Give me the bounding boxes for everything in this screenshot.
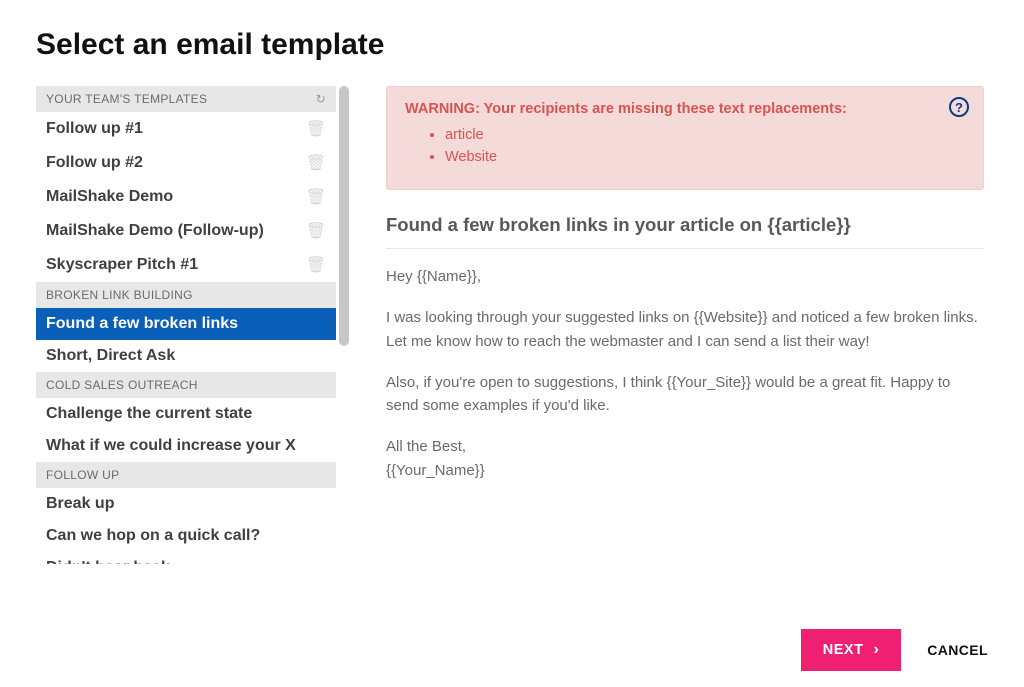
- template-group-header: BROKEN LINK BUILDING: [36, 282, 336, 308]
- template-item-label: MailShake Demo: [46, 188, 173, 206]
- email-paragraph: Also, if you're open to suggestions, I t…: [386, 371, 984, 418]
- template-item-label: What if we could increase your X: [46, 437, 296, 455]
- group-label: YOUR TEAM'S TEMPLATES: [46, 92, 207, 106]
- template-item-label: Can we hop on a quick call?: [46, 527, 260, 545]
- template-item-label: Break up: [46, 495, 114, 513]
- trash-icon[interactable]: 🗑: [306, 187, 326, 207]
- template-item[interactable]: Challenge the current state: [36, 398, 336, 430]
- template-item-label: Found a few broken links: [46, 315, 238, 333]
- template-item[interactable]: What if we could increase your X: [36, 430, 336, 462]
- template-item-label: Didn't hear back: [46, 559, 170, 564]
- chevron-right-icon: ›: [873, 641, 879, 658]
- template-item[interactable]: Follow up #1 🗑: [36, 112, 336, 146]
- email-paragraph: All the Best,{{Your_Name}}: [386, 435, 984, 482]
- refresh-icon[interactable]: ↻: [316, 92, 326, 106]
- template-item[interactable]: Found a few broken links: [36, 308, 336, 340]
- template-item[interactable]: Can we hop on a quick call?: [36, 520, 336, 552]
- template-sidebar: YOUR TEAM'S TEMPLATES↻Follow up #1🗑Follo…: [36, 86, 352, 564]
- warning-list-item: Website: [445, 149, 965, 165]
- warning-panel: WARNING: Your recipients are missing the…: [386, 86, 984, 190]
- template-item-label: Skyscraper Pitch #1: [46, 256, 198, 274]
- template-item-label: Short, Direct Ask: [46, 347, 175, 365]
- warning-title: WARNING: Your recipients are missing the…: [405, 101, 965, 117]
- trash-icon[interactable]: 🗑: [306, 153, 326, 173]
- template-preview: WARNING: Your recipients are missing the…: [386, 86, 988, 609]
- help-icon[interactable]: ?: [949, 97, 969, 117]
- template-group-header: COLD SALES OUTREACH: [36, 372, 336, 398]
- template-item[interactable]: Break up: [36, 488, 336, 520]
- template-item[interactable]: MailShake Demo (Follow-up) 🗑: [36, 214, 336, 248]
- sidebar-scrollbar[interactable]: [336, 86, 352, 564]
- warning-list: article Website: [445, 127, 965, 165]
- group-label: FOLLOW UP: [46, 468, 119, 482]
- template-group-header: FOLLOW UP: [36, 462, 336, 488]
- trash-icon[interactable]: 🗑: [306, 119, 326, 139]
- scrollbar-thumb[interactable]: [339, 86, 349, 346]
- cancel-button[interactable]: CANCEL: [927, 642, 988, 658]
- trash-icon[interactable]: 🗑: [306, 221, 326, 241]
- email-paragraph: Hey {{Name}},: [386, 265, 984, 288]
- template-item[interactable]: Short, Direct Ask: [36, 340, 336, 372]
- template-item[interactable]: MailShake Demo 🗑: [36, 180, 336, 214]
- template-group-header: YOUR TEAM'S TEMPLATES ↻: [36, 86, 336, 112]
- trash-icon[interactable]: 🗑: [306, 255, 326, 275]
- page-title: Select an email template: [36, 28, 988, 62]
- warning-list-item: article: [445, 127, 965, 143]
- template-item-label: Follow up #1: [46, 120, 143, 138]
- template-item-label: Follow up #2: [46, 154, 143, 172]
- email-paragraph: I was looking through your suggested lin…: [386, 306, 984, 353]
- template-item[interactable]: Follow up #2 🗑: [36, 146, 336, 180]
- template-item[interactable]: Didn't hear back: [36, 552, 336, 564]
- template-item-label: MailShake Demo (Follow-up): [46, 222, 264, 240]
- next-button[interactable]: NEXT ›: [801, 629, 902, 671]
- group-label: BROKEN LINK BUILDING: [46, 288, 193, 302]
- group-label: COLD SALES OUTREACH: [46, 378, 198, 392]
- next-label: NEXT: [823, 642, 864, 658]
- template-item-label: Challenge the current state: [46, 405, 252, 423]
- email-subject: Found a few broken links in your article…: [386, 214, 984, 249]
- email-body: Hey {{Name}}, I was looking through your …: [386, 265, 984, 482]
- footer: NEXT › CANCEL: [36, 609, 988, 671]
- template-item[interactable]: Skyscraper Pitch #1 🗑: [36, 248, 336, 282]
